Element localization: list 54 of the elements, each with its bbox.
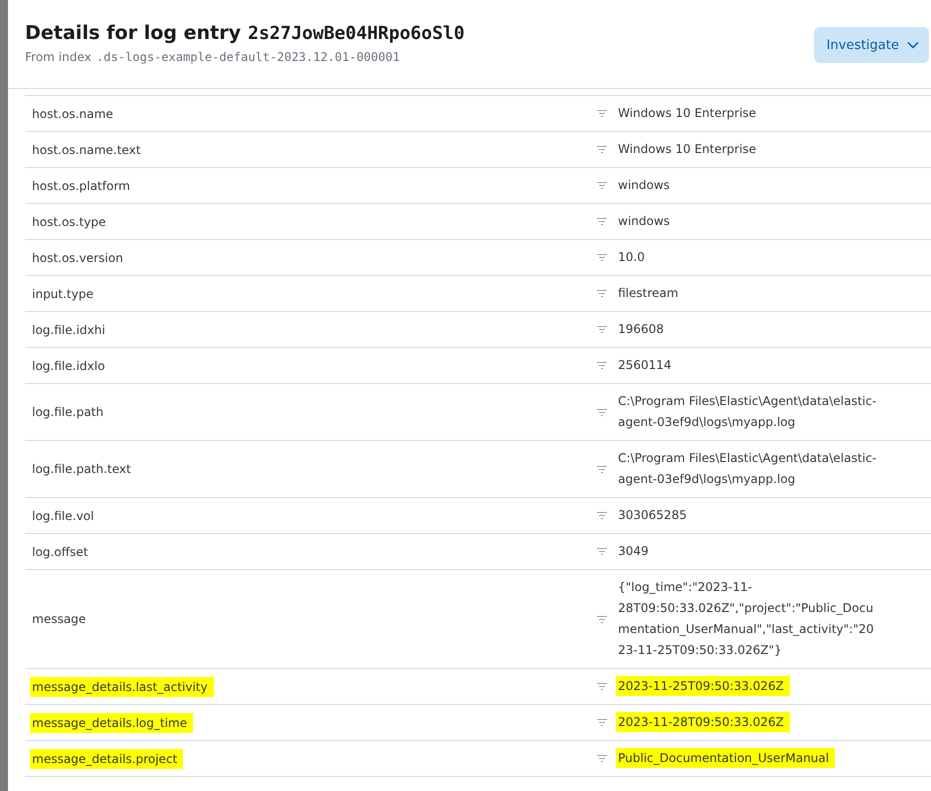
field-name: host.os.version: [32, 250, 124, 264]
field-name: log.file.idxlo: [32, 358, 105, 372]
field-value: 2023-11-25T09:50:33.026Z: [616, 676, 790, 696]
field-value: Windows 10 Enterprise: [618, 142, 756, 156]
field-value: C:\Program Files\Elastic\Agent\data\elastic-agent-03ef9d\logs\myapp.log: [618, 394, 876, 429]
field-value: windows: [618, 178, 670, 192]
filter-icon[interactable]: [596, 362, 606, 369]
filter-icon[interactable]: [596, 146, 606, 153]
filter-icon[interactable]: [596, 616, 606, 622]
filter-icon[interactable]: [596, 719, 606, 726]
filter-icon[interactable]: [596, 218, 606, 225]
field-name: log.file.idxhi: [32, 322, 106, 336]
field-value: filestream: [618, 286, 678, 300]
filter-icon[interactable]: [596, 110, 606, 117]
filter-icon[interactable]: [596, 182, 606, 189]
field-name: log.file.path: [32, 405, 104, 419]
filter-icon[interactable]: [596, 408, 606, 416]
field-value: Windows 10 Enterprise: [618, 106, 756, 120]
field-name: message_details.log_time: [30, 712, 194, 732]
index-name: .ds-logs-example-default-2023.12.01-000001: [96, 50, 400, 64]
field-value: Public_Documentation_UserManual: [616, 748, 835, 768]
filter-icon[interactable]: [596, 254, 606, 261]
field-name: message_details.last_activity: [30, 676, 214, 696]
field-value: 2560114: [618, 358, 672, 372]
field-value: 196608: [618, 322, 664, 336]
field-name: host.os.type: [32, 214, 106, 228]
field-value: 303065285: [618, 508, 687, 522]
field-value: windows: [618, 214, 670, 228]
filter-icon[interactable]: [596, 548, 606, 555]
field-value: 2023-11-28T09:50:33.026Z: [616, 712, 790, 732]
caret-icon: [907, 41, 919, 49]
field-name: message: [32, 612, 86, 626]
investigate-button[interactable]: Investigate: [814, 27, 929, 63]
field-name: host.os.platform: [32, 178, 130, 192]
filter-icon[interactable]: [596, 683, 606, 690]
field-name: host.os.name: [32, 106, 114, 120]
field-value: C:\Program Files\Elastic\Agent\data\elastic-agent-03ef9d\logs\myapp.log: [618, 451, 876, 486]
field-name: input.type: [32, 286, 94, 300]
entry-id: 2s27JowBe04HRpo6oSl0: [248, 23, 465, 44]
filter-icon[interactable]: [596, 466, 606, 472]
field-name: host.os.name.text: [32, 142, 141, 156]
filter-icon[interactable]: [596, 512, 606, 519]
filter-icon[interactable]: [596, 755, 606, 762]
field-value: {"log_time":"2023-11-28T09:50:33.026Z","project":"Public_Documentation_UserManual","last_activity":"2023-11-25T09:50:33.026Z"}: [618, 580, 874, 657]
field-value: 10.0: [618, 250, 645, 264]
index-label: From index: [25, 50, 92, 64]
field-name: log.file.vol: [32, 508, 94, 522]
filter-icon[interactable]: [596, 326, 606, 333]
field-name: log.offset: [32, 544, 88, 558]
filter-icon[interactable]: [596, 290, 606, 297]
field-name: log.file.path.text: [32, 462, 131, 476]
field-value: 3049: [618, 544, 649, 558]
field-name: message_details.project: [30, 748, 184, 768]
flyout-title: Details for log entry: [25, 22, 241, 44]
